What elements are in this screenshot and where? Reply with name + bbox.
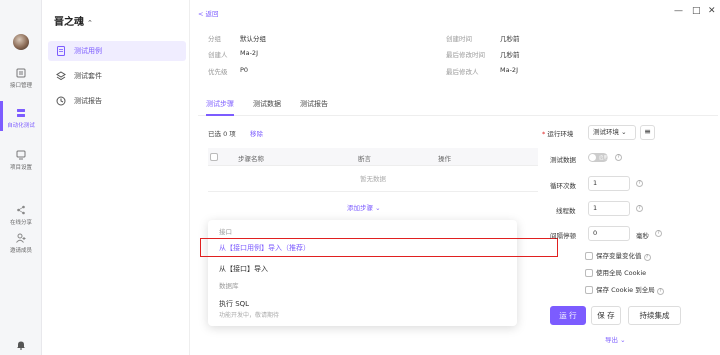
modified-value: 几秒前 [500,51,520,59]
rail-item-api[interactable]: 接口管理 [0,68,42,89]
rail-label: 自动化测试 [7,123,35,129]
env-label: * 运行环境 [542,130,574,138]
rail-item-notifications[interactable] [0,340,42,353]
test-data-label: 测试数据 [550,156,576,164]
ci-button[interactable]: 持续集成 [628,306,681,325]
invite-icon [16,233,26,243]
sidebar-item-test-reports[interactable]: 测试报告 [48,91,186,111]
settings-icon [16,150,26,160]
loops-label: 循环次数 [550,182,576,190]
tab-test-data[interactable]: 测试数据 [253,98,281,116]
api-icon [16,68,26,78]
group-label: 分组 [208,35,221,43]
maximize-icon[interactable]: □ [692,6,701,16]
remove-button[interactable]: 移除 [250,128,263,138]
rail-label: 项目设置 [9,165,32,171]
sidebar-item-test-suites[interactable]: 测试套件 [48,66,186,86]
created-value: 几秒前 [500,35,520,43]
chevron-icon: ⌃ [87,19,93,27]
project-switcher[interactable]: 晋之魂 ⌃ [54,13,93,28]
interval-input[interactable]: 0 [588,226,630,241]
column-header: 步骤名称 [238,155,264,163]
add-step-button[interactable]: 添加步骤 ⌄ [347,202,381,212]
layers-icon [56,71,66,81]
creator-value: Ma-2J [240,49,258,57]
rail-item-invite[interactable]: 邀请成员 [0,233,42,254]
menu-icon[interactable]: ≡ [640,125,655,140]
rail-item-settings[interactable]: 项目设置 [0,150,42,171]
env-select[interactable]: 测试环境 ⌄ [588,125,636,140]
created-label: 创建时间 [446,35,472,43]
minimize-icon[interactable]: — [674,6,683,16]
global-cookie-option[interactable]: 使用全局 Cookie [585,267,646,277]
tab-test-steps[interactable]: 测试步骤 [206,98,234,116]
share-icon [17,205,25,215]
help-icon[interactable]: ? [655,230,662,237]
group-value: 默认分组 [240,35,266,43]
interval-label: 间隔停顿 [550,232,576,240]
rail-label: 接口管理 [9,83,32,89]
sidebar-item-label: 测试用例 [74,47,102,55]
rail-label: 在线分享 [9,220,32,226]
document-icon [57,46,65,56]
sidebar-item-label: 测试套件 [74,72,102,80]
help-icon[interactable]: ? [636,205,643,212]
steps-table-header: 步骤名称 断言 操作 [208,148,538,166]
execute-sql-option[interactable]: 执行 SQL [219,299,249,309]
interval-unit: 毫秒 [636,232,649,240]
icon-rail: 接口管理 自动化测试 项目设置 在线分享 邀请成员 [0,0,42,355]
group-header-database: 数据库 [219,282,239,290]
export-button[interactable]: 导出 ⌄ [605,334,626,344]
main-panel: < 返回 — □ ✕ 分组 默认分组 创建人 Ma-2J 优先级 P0 创建时间… [190,0,720,355]
rail-item-automation[interactable]: 自动化测试 [0,108,42,129]
bell-icon [17,341,25,350]
tab-bar: 测试步骤 测试数据 测试报告 [198,98,718,116]
column-header: 断言 [358,155,371,163]
back-link[interactable]: < 返回 [198,8,219,18]
close-icon[interactable]: ✕ [708,6,716,16]
select-all-checkbox[interactable] [210,153,218,161]
toggle-label: 启用 [599,156,608,161]
modified-label: 最后修改时间 [446,51,485,59]
rail-item-share[interactable]: 在线分享 [0,205,42,226]
threads-label: 线程数 [556,207,576,215]
avatar[interactable] [13,34,29,50]
creator-label: 创建人 [208,51,228,59]
import-from-api-option[interactable]: 从【接口】导入 [219,264,268,274]
group-header-api: 接口 [219,228,232,236]
priority-label: 优先级 [208,68,228,76]
automation-icon [17,109,25,117]
save-button[interactable]: 保 存 [591,306,621,325]
checkbox[interactable] [585,252,593,260]
loops-input[interactable]: 1 [588,176,630,191]
rail-label: 邀请成员 [9,248,32,254]
help-icon[interactable]: ? [636,180,643,187]
checkbox[interactable] [585,269,593,277]
secondary-sidebar: 晋之魂 ⌃ 测试用例 测试套件 测试报告 [42,0,190,355]
empty-state: 暂无数据 [208,166,538,192]
priority-value: P0 [240,66,249,74]
checkbox[interactable] [585,286,593,294]
clock-icon [56,96,66,106]
help-icon[interactable]: ? [656,288,664,295]
add-step-dropdown: 接口 从【接口用例】导入（推荐） 从【接口】导入 数据库 执行 SQL 功能开发… [200,220,558,326]
threads-input[interactable]: 1 [588,201,630,216]
help-icon[interactable]: ? [615,154,622,161]
help-icon[interactable]: ? [643,254,651,261]
modifier-value: Ma-2J [500,66,518,74]
highlight-box [200,238,558,257]
save-variable-option[interactable]: 保存变量变化值 ? [585,250,651,261]
sidebar-item-label: 测试报告 [74,97,102,105]
sql-coming-soon: 功能开发中，敬请期待 [219,312,280,319]
modifier-label: 最后修改人 [446,68,479,76]
run-button[interactable]: 运 行 [550,306,586,325]
save-cookie-option[interactable]: 保存 Cookie 到全局 ? [585,284,664,295]
project-title: 晋之魂 [54,17,84,28]
column-header: 操作 [438,155,451,163]
selected-count: 已选 0 项 [208,130,236,138]
sidebar-item-test-cases[interactable]: 测试用例 [48,41,186,61]
tab-test-report[interactable]: 测试报告 [300,98,328,116]
